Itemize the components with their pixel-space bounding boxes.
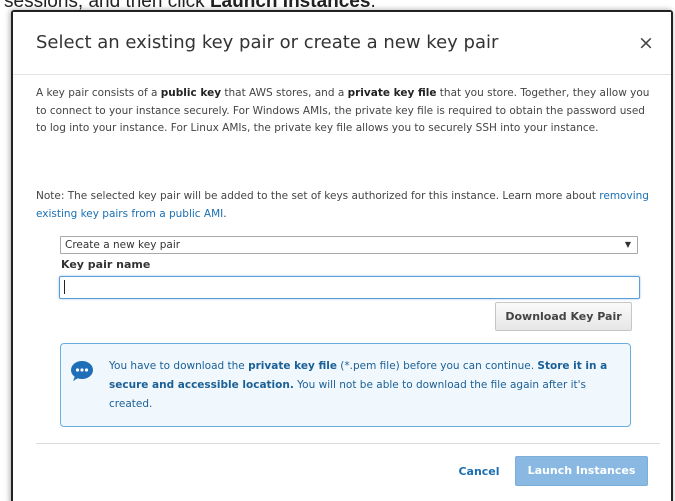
footer-divider	[36, 443, 660, 444]
cancel-button[interactable]: Cancel	[453, 462, 505, 482]
download-key-pair-button[interactable]: Download Key Pair	[495, 302, 632, 331]
chat-bubble-ellipsis-icon	[71, 361, 93, 381]
key-pair-modal: Select an existing key pair or create a …	[11, 10, 673, 501]
close-icon[interactable]: ×	[635, 32, 657, 54]
text-caret	[64, 280, 65, 294]
download-info-text: You have to download the private key fil…	[109, 360, 608, 410]
key-pair-note: Note: The selected key pair will be adde…	[36, 190, 649, 220]
key-pair-name-label: Key pair name	[61, 258, 151, 271]
dropdown-arrow-icon: ▼	[624, 240, 631, 249]
modal-title: Select an existing key pair or create a …	[36, 32, 499, 53]
download-info-alert: You have to download the private key fil…	[60, 343, 631, 427]
key-pair-name-input[interactable]	[59, 276, 640, 299]
launch-instances-button[interactable]: Launch Instances	[515, 456, 648, 486]
key-pair-description: A key pair consists of a public key that…	[36, 87, 650, 134]
key-pair-select[interactable]: Create a new key pair ▼	[60, 236, 638, 254]
modal-header: Select an existing key pair or create a …	[13, 12, 671, 75]
key-pair-select-value: Create a new key pair	[65, 239, 181, 251]
